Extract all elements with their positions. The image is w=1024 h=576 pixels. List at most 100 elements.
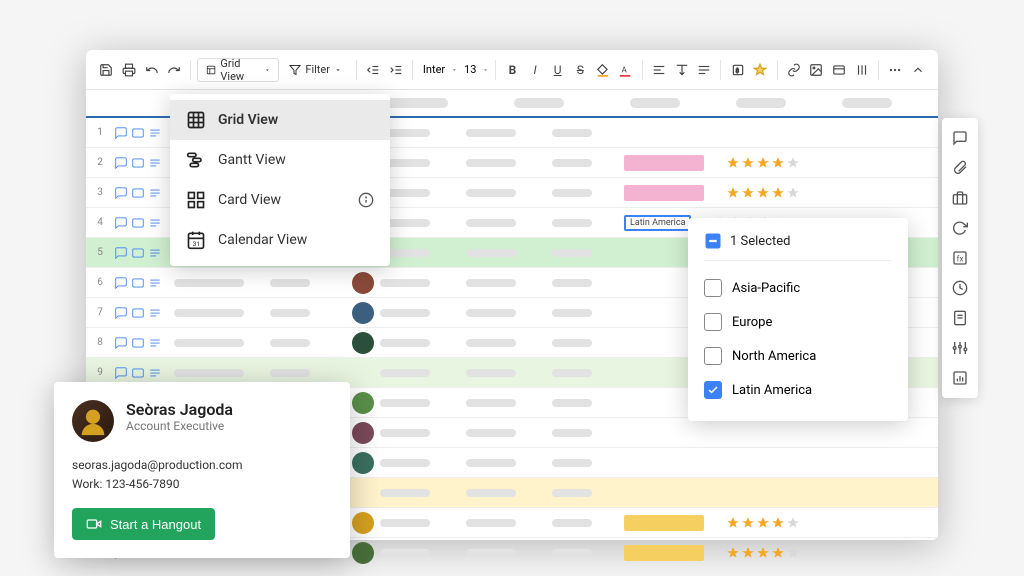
number-format-icon[interactable]: $: [727, 58, 748, 82]
chart-icon[interactable]: [948, 366, 972, 390]
comment-icon[interactable]: [114, 306, 128, 320]
comment-icon[interactable]: [114, 156, 128, 170]
attach-row-icon[interactable]: [148, 276, 162, 290]
person-avatar[interactable]: [352, 452, 374, 474]
highlight-icon[interactable]: [750, 58, 771, 82]
region-tag[interactable]: [624, 155, 704, 171]
region-cell-selected[interactable]: Latin America: [624, 215, 691, 231]
view-menu-calendar[interactable]: 31 Calendar View: [170, 220, 390, 260]
filter-option[interactable]: North America: [704, 339, 892, 373]
person-avatar[interactable]: [352, 512, 374, 534]
briefcase-icon[interactable]: [948, 186, 972, 210]
person-avatar[interactable]: [352, 302, 374, 324]
expand-icon[interactable]: [131, 156, 145, 170]
person-avatar[interactable]: [352, 542, 374, 564]
history-icon[interactable]: [948, 276, 972, 300]
forms-icon[interactable]: [948, 306, 972, 330]
print-icon[interactable]: [119, 58, 140, 82]
expand-icon[interactable]: [131, 186, 145, 200]
attach-row-icon[interactable]: [148, 156, 162, 170]
attachment-icon[interactable]: [829, 58, 850, 82]
start-hangout-button[interactable]: Start a Hangout: [72, 508, 215, 540]
strikethrough-icon[interactable]: S: [570, 58, 591, 82]
filter-option[interactable]: Latin America: [704, 373, 892, 407]
expand-icon[interactable]: [131, 276, 145, 290]
indent-icon[interactable]: [385, 58, 406, 82]
filter-option[interactable]: Europe: [704, 305, 892, 339]
expand-icon[interactable]: [131, 366, 145, 380]
attach-row-icon[interactable]: [148, 336, 162, 350]
comment-icon[interactable]: [114, 186, 128, 200]
fill-color-icon[interactable]: [593, 58, 614, 82]
attach-row-icon[interactable]: [148, 366, 162, 380]
expand-icon[interactable]: [131, 306, 145, 320]
view-label: Grid View: [220, 57, 259, 83]
redo-icon[interactable]: [164, 58, 185, 82]
more-icon[interactable]: [885, 58, 906, 82]
person-avatar[interactable]: [352, 332, 374, 354]
expand-icon[interactable]: [131, 216, 145, 230]
row-actions: [114, 246, 174, 260]
view-menu-grid[interactable]: Grid View: [170, 100, 390, 140]
checkbox-icon[interactable]: [704, 347, 722, 365]
comment-icon[interactable]: [114, 126, 128, 140]
valign-icon[interactable]: [671, 58, 692, 82]
checkbox-icon[interactable]: [704, 279, 722, 297]
save-icon[interactable]: [96, 58, 117, 82]
refresh-icon[interactable]: [948, 216, 972, 240]
checkbox-icon[interactable]: [704, 381, 722, 399]
attach-row-icon[interactable]: [148, 126, 162, 140]
rating-stars[interactable]: [726, 546, 800, 560]
region-tag[interactable]: [624, 185, 704, 201]
rating-stars[interactable]: [726, 186, 800, 200]
region-tag[interactable]: [624, 515, 704, 531]
comment-icon[interactable]: [114, 276, 128, 290]
undo-icon[interactable]: [141, 58, 162, 82]
expand-icon[interactable]: [131, 336, 145, 350]
hwrap-icon[interactable]: [649, 58, 670, 82]
attach-row-icon[interactable]: [148, 216, 162, 230]
attach-row-icon[interactable]: [148, 306, 162, 320]
person-avatar[interactable]: [352, 272, 374, 294]
person-avatar[interactable]: [352, 392, 374, 414]
comments-icon[interactable]: [948, 126, 972, 150]
view-menu-card[interactable]: Card View: [170, 180, 390, 220]
text-color-icon[interactable]: A: [615, 58, 636, 82]
link-icon[interactable]: [783, 58, 804, 82]
checkbox-icon[interactable]: [704, 313, 722, 331]
person-avatar[interactable]: [352, 422, 374, 444]
filter-button[interactable]: Filter: [281, 58, 350, 82]
comment-icon[interactable]: [114, 216, 128, 230]
rating-stars[interactable]: [726, 516, 800, 530]
font-family[interactable]: Inter: [419, 61, 449, 78]
expand-icon[interactable]: [131, 126, 145, 140]
info-icon[interactable]: [358, 192, 374, 208]
outdent-icon[interactable]: [363, 58, 384, 82]
font-size[interactable]: 13: [460, 61, 480, 78]
formula-icon[interactable]: fx: [948, 246, 972, 270]
comment-icon[interactable]: [114, 336, 128, 350]
italic-icon[interactable]: I: [525, 58, 546, 82]
collapse-toolbar-icon[interactable]: [907, 58, 928, 82]
view-menu-gantt[interactable]: Gantt View: [170, 140, 390, 180]
comment-icon[interactable]: [114, 366, 128, 380]
view-switcher[interactable]: Grid View: [197, 58, 279, 82]
filter-selected-count: 1 Selected: [704, 232, 892, 250]
filter-option[interactable]: Asia-Pacific: [704, 271, 892, 305]
settings-icon[interactable]: [948, 336, 972, 360]
attachments-icon[interactable]: [948, 156, 972, 180]
chevron-down-icon[interactable]: [451, 66, 458, 74]
column-settings-icon[interactable]: [851, 58, 872, 82]
attach-row-icon[interactable]: [148, 246, 162, 260]
bold-icon[interactable]: B: [502, 58, 523, 82]
row-number: 7: [86, 307, 114, 318]
expand-icon[interactable]: [131, 246, 145, 260]
chevron-down-icon[interactable]: [482, 66, 489, 74]
image-icon[interactable]: [806, 58, 827, 82]
align-icon[interactable]: [694, 58, 715, 82]
rating-stars[interactable]: [726, 156, 800, 170]
underline-icon[interactable]: U: [547, 58, 568, 82]
region-tag[interactable]: [624, 545, 704, 561]
attach-row-icon[interactable]: [148, 186, 162, 200]
comment-icon[interactable]: [114, 246, 128, 260]
